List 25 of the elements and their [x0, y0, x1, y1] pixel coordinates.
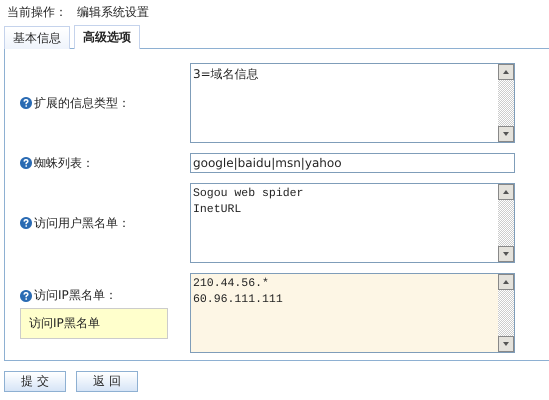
field-label: 扩展的信息类型： — [34, 94, 130, 112]
scroll-down-icon[interactable] — [498, 246, 514, 262]
field-label: 访问用户黑名单： — [34, 214, 130, 232]
tab[interactable]: 高级选项 — [74, 25, 140, 49]
scroll-down-icon[interactable] — [498, 126, 514, 142]
breadcrumb-label: 当前操作： — [7, 4, 67, 20]
help-icon — [20, 157, 32, 169]
input-field[interactable]: google|baidu|msn|yahoo — [190, 153, 515, 173]
text-area[interactable]: Sogou web spider InetURL — [190, 183, 515, 263]
scroll-down-icon[interactable] — [498, 336, 514, 352]
tooltip: 访问IP黑名单 — [20, 308, 168, 339]
help-icon — [20, 97, 32, 109]
scroll-up-icon[interactable] — [498, 64, 514, 80]
help-icon — [20, 217, 32, 229]
scroll-up-icon[interactable] — [498, 274, 514, 290]
text-area[interactable]: 210.44.56.* 60.96.111.111 — [190, 273, 515, 353]
breadcrumb-value: 编辑系统设置 — [77, 4, 149, 20]
text-area[interactable]: 3=域名信息 — [190, 63, 515, 143]
form-button[interactable]: 返 回 — [76, 371, 138, 392]
help-icon — [20, 290, 32, 302]
scroll-up-icon[interactable] — [498, 184, 514, 200]
tab[interactable]: 基本信息 — [4, 26, 70, 49]
field-label: 访问IP黑名单： — [34, 287, 117, 304]
form-button[interactable]: 提 交 — [4, 371, 66, 392]
field-label: 蜘蛛列表： — [34, 154, 94, 172]
